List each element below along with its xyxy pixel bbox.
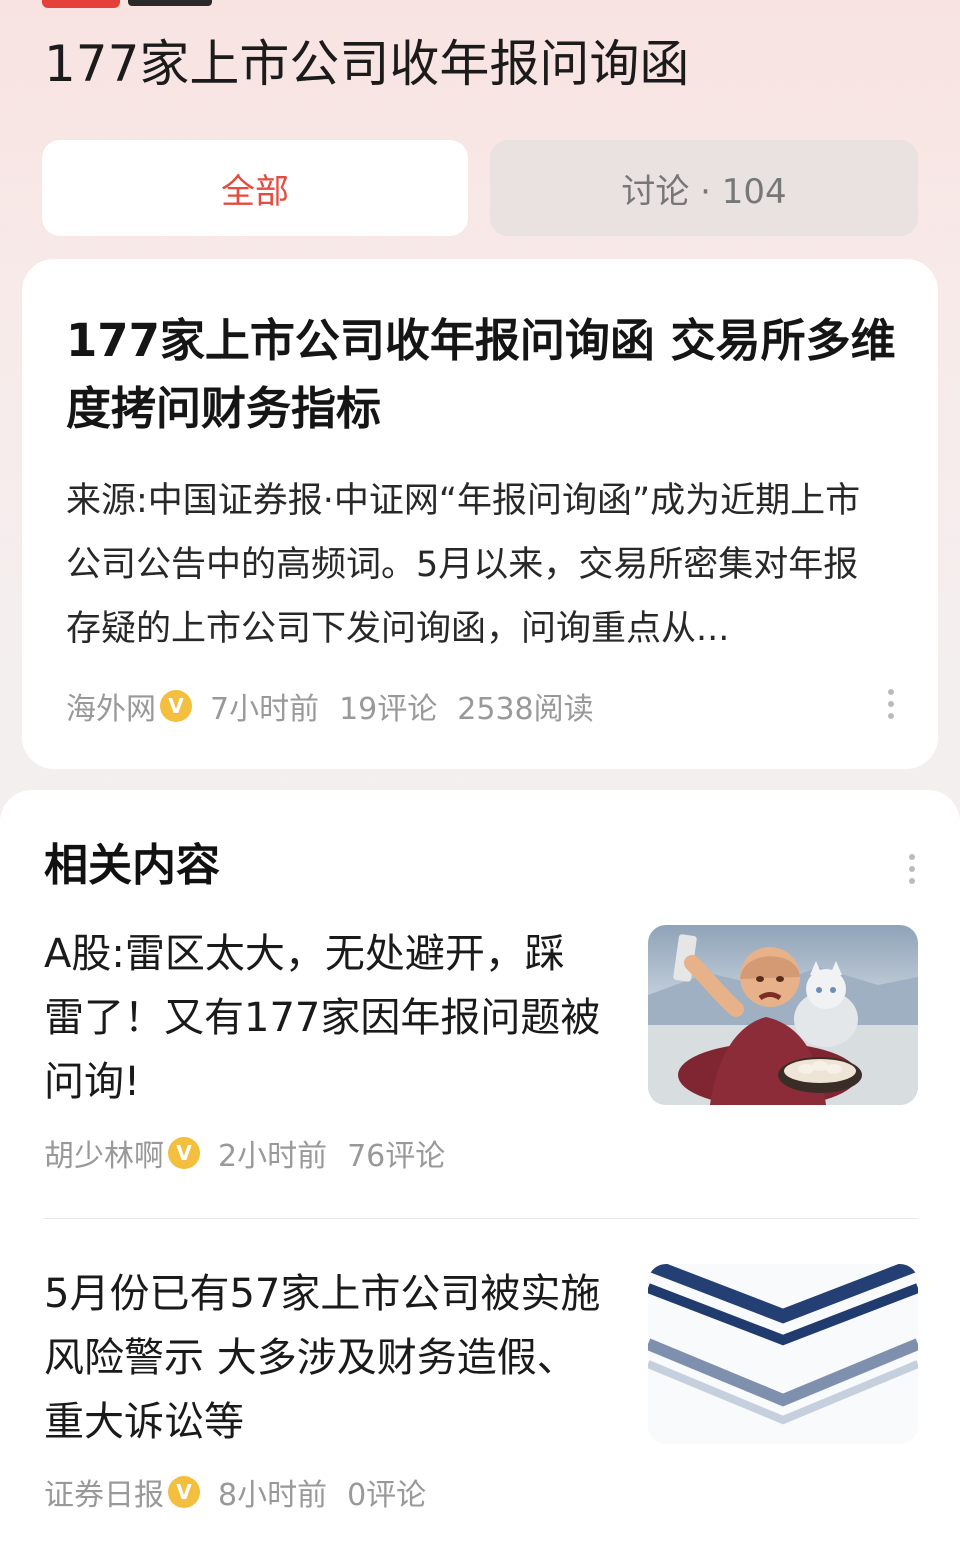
top-logo-text xyxy=(128,0,212,6)
main-article-reads: 2538阅读 xyxy=(457,692,594,727)
crying-monk-thumbnail-image[interactable] xyxy=(648,925,918,1105)
section-divider xyxy=(44,1218,918,1219)
related-content-card: 相关内容 A股:雷区太大，无处避开，踩雷了！又有177家因年报问题被问询! 胡少… xyxy=(0,790,960,1550)
related-item-source[interactable]: 证券日报 xyxy=(44,1470,164,1514)
related-more-options-icon[interactable] xyxy=(907,854,917,894)
page-title: 177家上市公司收年报问询函 xyxy=(44,35,690,93)
main-article-comments[interactable]: 19评论 xyxy=(339,684,437,728)
related-item-meta: 证券日报 V 8小时前 0评论 xyxy=(44,1467,426,1517)
verified-badge-icon: V xyxy=(168,1476,200,1508)
related-item-title[interactable]: A股:雷区太大，无处避开，踩雷了！又有177家因年报问题被问询! xyxy=(44,922,604,1114)
chevron-banner-thumbnail-image[interactable] xyxy=(648,1264,918,1444)
related-item-comments[interactable]: 76评论 xyxy=(347,1131,445,1175)
related-item-meta: 胡少林啊 V 2小时前 76评论 xyxy=(44,1128,445,1178)
related-item-time: 8小时前 xyxy=(218,1478,328,1513)
main-article-source[interactable]: 海外网 xyxy=(66,684,156,728)
verified-badge-icon: V xyxy=(160,690,192,722)
main-article-meta: 海外网 V 7小时前 19评论 2538阅读 xyxy=(66,681,594,731)
related-item-title[interactable]: 5月份已有57家上市公司被实施风险警示 大多涉及财务造假、重大诉讼等 xyxy=(44,1262,604,1454)
related-item[interactable]: A股:雷区太大，无处避开，踩雷了！又有177家因年报问题被问询! 胡少林啊 V … xyxy=(44,922,918,1192)
main-article-time: 7小时前 xyxy=(210,692,320,727)
tab-bar: 全部 讨论 · 104 xyxy=(42,140,918,236)
related-content-heading: 相关内容 xyxy=(44,840,220,891)
related-item-source[interactable]: 胡少林啊 xyxy=(44,1131,164,1175)
main-article-card[interactable]: 177家上市公司收年报问询函 交易所多维度拷问财务指标 来源:中国证券报·中证网… xyxy=(22,259,938,769)
related-item[interactable]: 5月份已有57家上市公司被实施风险警示 大多涉及财务造假、重大诉讼等 证券日报 … xyxy=(44,1262,918,1542)
related-item-comments[interactable]: 0评论 xyxy=(347,1470,426,1514)
verified-badge-icon: V xyxy=(168,1137,200,1169)
tab-all[interactable]: 全部 xyxy=(42,140,468,236)
tab-discussion[interactable]: 讨论 · 104 xyxy=(490,140,918,236)
related-item-time: 2小时前 xyxy=(218,1139,328,1174)
main-article-summary[interactable]: 来源:中国证券报·中证网“年报问询函”成为近期上市公司公告中的高频词。5月以来，… xyxy=(66,469,886,661)
more-options-icon[interactable] xyxy=(886,689,896,729)
main-article-title[interactable]: 177家上市公司收年报问询函 交易所多维度拷问财务指标 xyxy=(66,307,896,443)
top-logo-badge xyxy=(42,0,120,8)
